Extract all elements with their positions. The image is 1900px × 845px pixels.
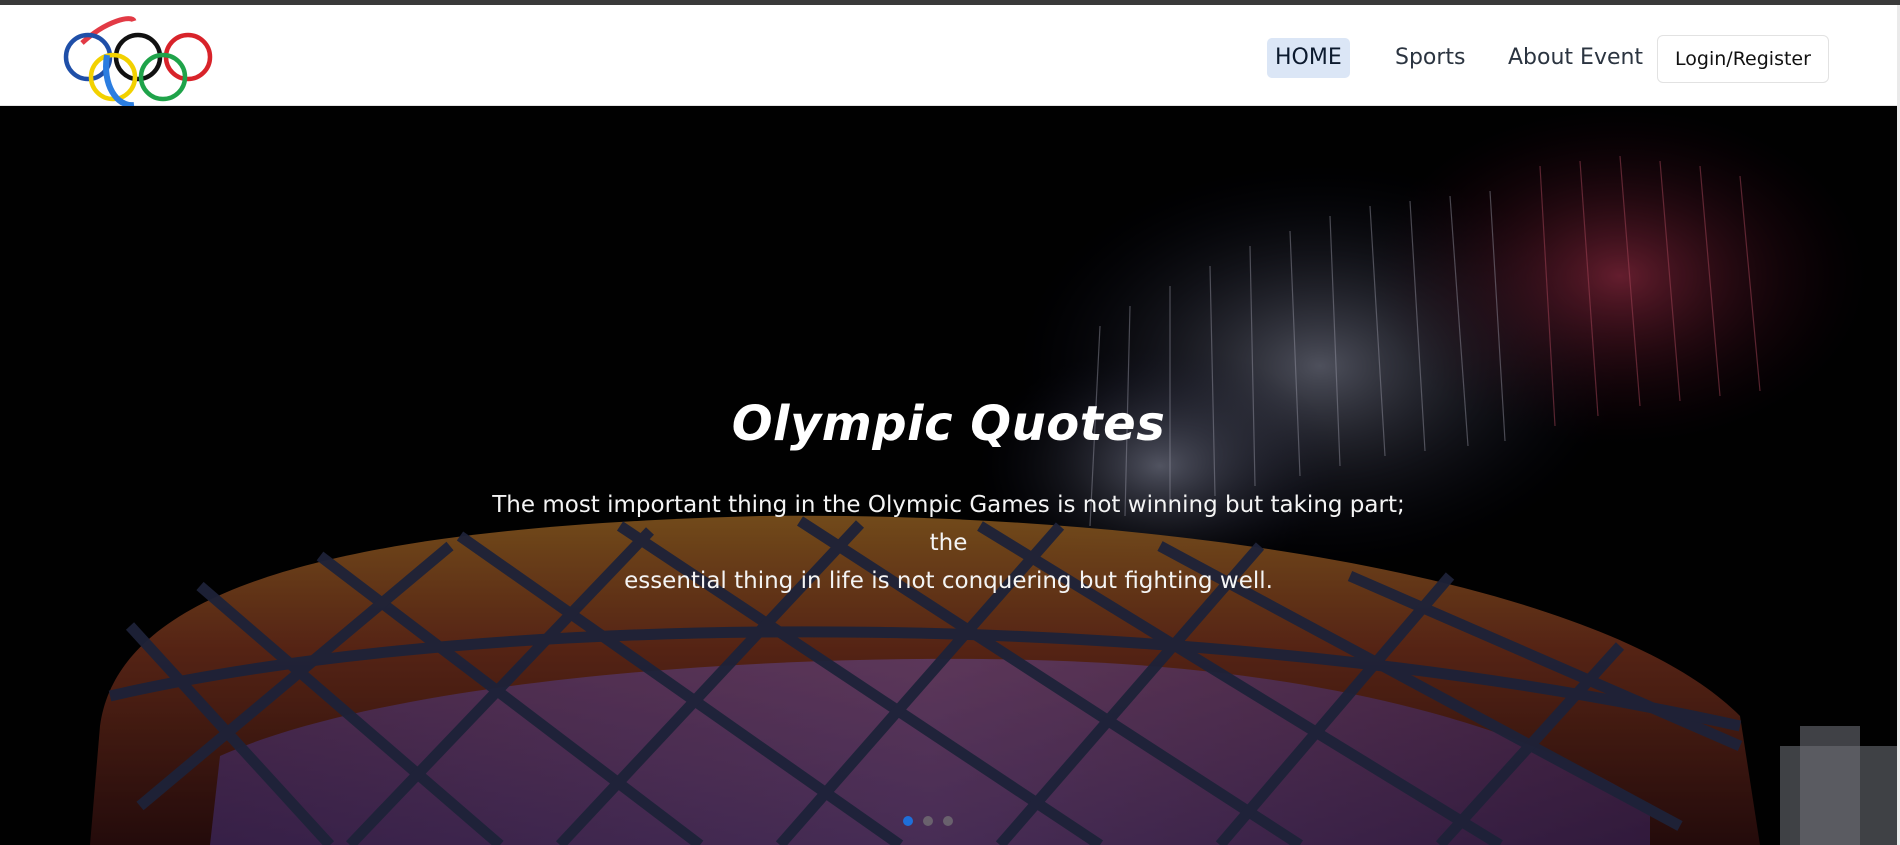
nav-home-link[interactable]: HOME <box>1267 38 1350 78</box>
nav-about-event-link[interactable]: About Event <box>1500 38 1651 78</box>
olympic-rings-logo[interactable] <box>62 15 222 110</box>
hero-background-image <box>0 106 1897 845</box>
hero-quote: The most important thing in the Olympic … <box>470 486 1427 600</box>
navbar: HOME Sports About Event Login/Register <box>0 5 1897 109</box>
hero-title: Olympic Quotes <box>731 396 1166 452</box>
hero-carousel[interactable]: Olympic Quotes The most important thing … <box>0 106 1897 845</box>
carousel-indicator-2[interactable] <box>923 816 933 826</box>
carousel-indicator-3[interactable] <box>943 816 953 826</box>
carousel-indicator-1[interactable] <box>903 816 913 826</box>
login-register-button[interactable]: Login/Register <box>1657 35 1829 83</box>
nav-sports-link[interactable]: Sports <box>1387 38 1474 78</box>
hero-quote-line1: The most important thing in the Olympic … <box>492 492 1405 556</box>
hero-quote-line2: essential thing in life is not conquerin… <box>624 568 1273 594</box>
